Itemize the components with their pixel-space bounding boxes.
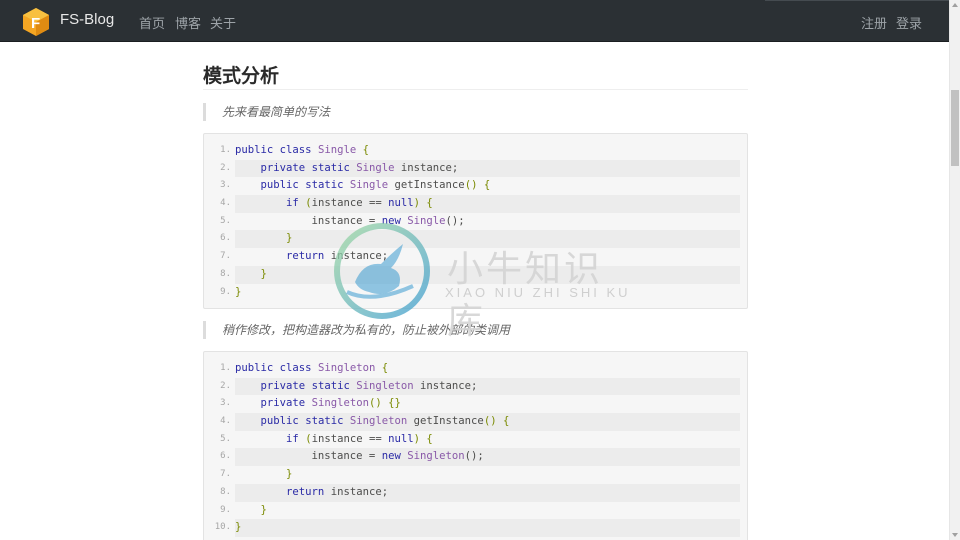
line-number: 5. [220, 433, 231, 444]
code-text: public class Singleton { [235, 362, 389, 374]
code-text: } [235, 230, 740, 249]
top-navbar: F FS-Blog 首页 博客 关于 注册 登录 [0, 0, 949, 42]
line-number: 2. [220, 162, 231, 173]
code-line: 4. if (instance == null) { [210, 195, 740, 213]
code-text: private static Singleton instance; [235, 377, 740, 396]
code-text: public static Singleton getInstance() { [235, 413, 740, 431]
code-lines: 1. public class Singleton { 2. private sta… [210, 360, 740, 537]
line-number: 8. [220, 268, 231, 279]
line-number: 3. [220, 398, 231, 409]
code-text: instance = new Singleton(); [235, 448, 740, 467]
code-line: 5. instance = new Single(); [210, 213, 740, 231]
code-text: private Singleton() {} [260, 397, 401, 410]
brand-name[interactable]: FS-Blog [60, 11, 114, 28]
code-line: 6. instance = new Singleton(); [210, 448, 740, 467]
code-line: 2. private static Single instance; [210, 159, 740, 178]
code-text: } [260, 503, 267, 516]
title-divider [203, 89, 748, 90]
code-text: } [286, 468, 293, 481]
code-line: 8. return instance; [210, 483, 740, 502]
code-block-single[interactable]: 1. public class Single { 2. private static… [203, 133, 748, 309]
scroll-down-arrow-icon[interactable] [952, 533, 958, 537]
code-line: 3. private Singleton() {} [210, 395, 740, 413]
code-text: public static Single getInstance() { [260, 179, 491, 192]
line-number: 5. [220, 215, 231, 226]
line-number: 6. [220, 451, 231, 462]
login-link[interactable]: 登录 [896, 13, 922, 32]
code-text: if (instance == null) { [286, 432, 433, 445]
line-number: 2. [220, 380, 231, 391]
code-line: 9. } [210, 502, 740, 520]
code-line: 6. } [210, 230, 740, 249]
code-line: 5. if (instance == null) { [210, 431, 740, 449]
code-lines: 1. public class Single { 2. private static… [210, 142, 740, 301]
page-scrollbar[interactable] [949, 0, 960, 540]
scroll-thumb[interactable] [951, 90, 959, 166]
code-text: } [235, 519, 740, 537]
nav-link-about[interactable]: 关于 [210, 13, 236, 32]
code-text: } [235, 265, 740, 284]
code-line: 8. } [210, 265, 740, 284]
code-text: private static Single instance; [235, 159, 740, 178]
code-text: return instance; [286, 250, 389, 263]
section-title: 模式分析 [203, 66, 280, 87]
line-number: 6. [220, 233, 231, 244]
code-line: 9.} [210, 284, 740, 302]
line-number: 1. [220, 145, 231, 155]
code-text: return instance; [235, 483, 740, 502]
code-line: 4. public static Singleton getInstance()… [210, 413, 740, 431]
code-block-singleton[interactable]: 1. public class Singleton { 2. private sta… [203, 351, 748, 540]
line-number: 9. [220, 286, 231, 297]
code-line: 2. private static Singleton instance; [210, 377, 740, 396]
blockquote-intro: 先来看最简单的写法 [203, 103, 330, 121]
code-text: public class Single { [235, 144, 370, 156]
code-line: 3. public static Single getInstance() { [210, 177, 740, 195]
code-line: 10.} [210, 519, 740, 537]
line-number: 1. [220, 363, 231, 373]
code-line: 7. } [210, 466, 740, 484]
line-number: 9. [220, 504, 231, 515]
nav-link-blog[interactable]: 博客 [175, 13, 201, 32]
scroll-up-arrow-icon[interactable] [952, 3, 958, 7]
code-text: instance = new Single(); [235, 214, 465, 227]
line-number: 8. [220, 486, 231, 497]
line-number: 7. [220, 251, 231, 262]
code-line: 7. return instance; [210, 248, 740, 266]
logo-letter: F [31, 15, 40, 32]
code-line: 1. public class Single { [210, 142, 740, 160]
line-number: 3. [220, 180, 231, 191]
navbar-accent-line [765, 0, 949, 1]
line-number: 4. [220, 416, 231, 427]
line-number: 4. [220, 198, 231, 209]
code-text: if (instance == null) { [235, 195, 740, 213]
line-number: 7. [220, 469, 231, 480]
line-number: 10. [214, 522, 231, 533]
nav-link-home[interactable]: 首页 [139, 13, 165, 32]
blockquote-modification: 稍作修改，把构造器改为私有的，防止被外部的类调用 [203, 321, 510, 339]
register-link[interactable]: 注册 [861, 13, 887, 32]
fs-blog-logo-icon[interactable]: F [23, 8, 49, 36]
code-line: 1. public class Singleton { [210, 360, 740, 378]
code-text: } [235, 285, 242, 298]
